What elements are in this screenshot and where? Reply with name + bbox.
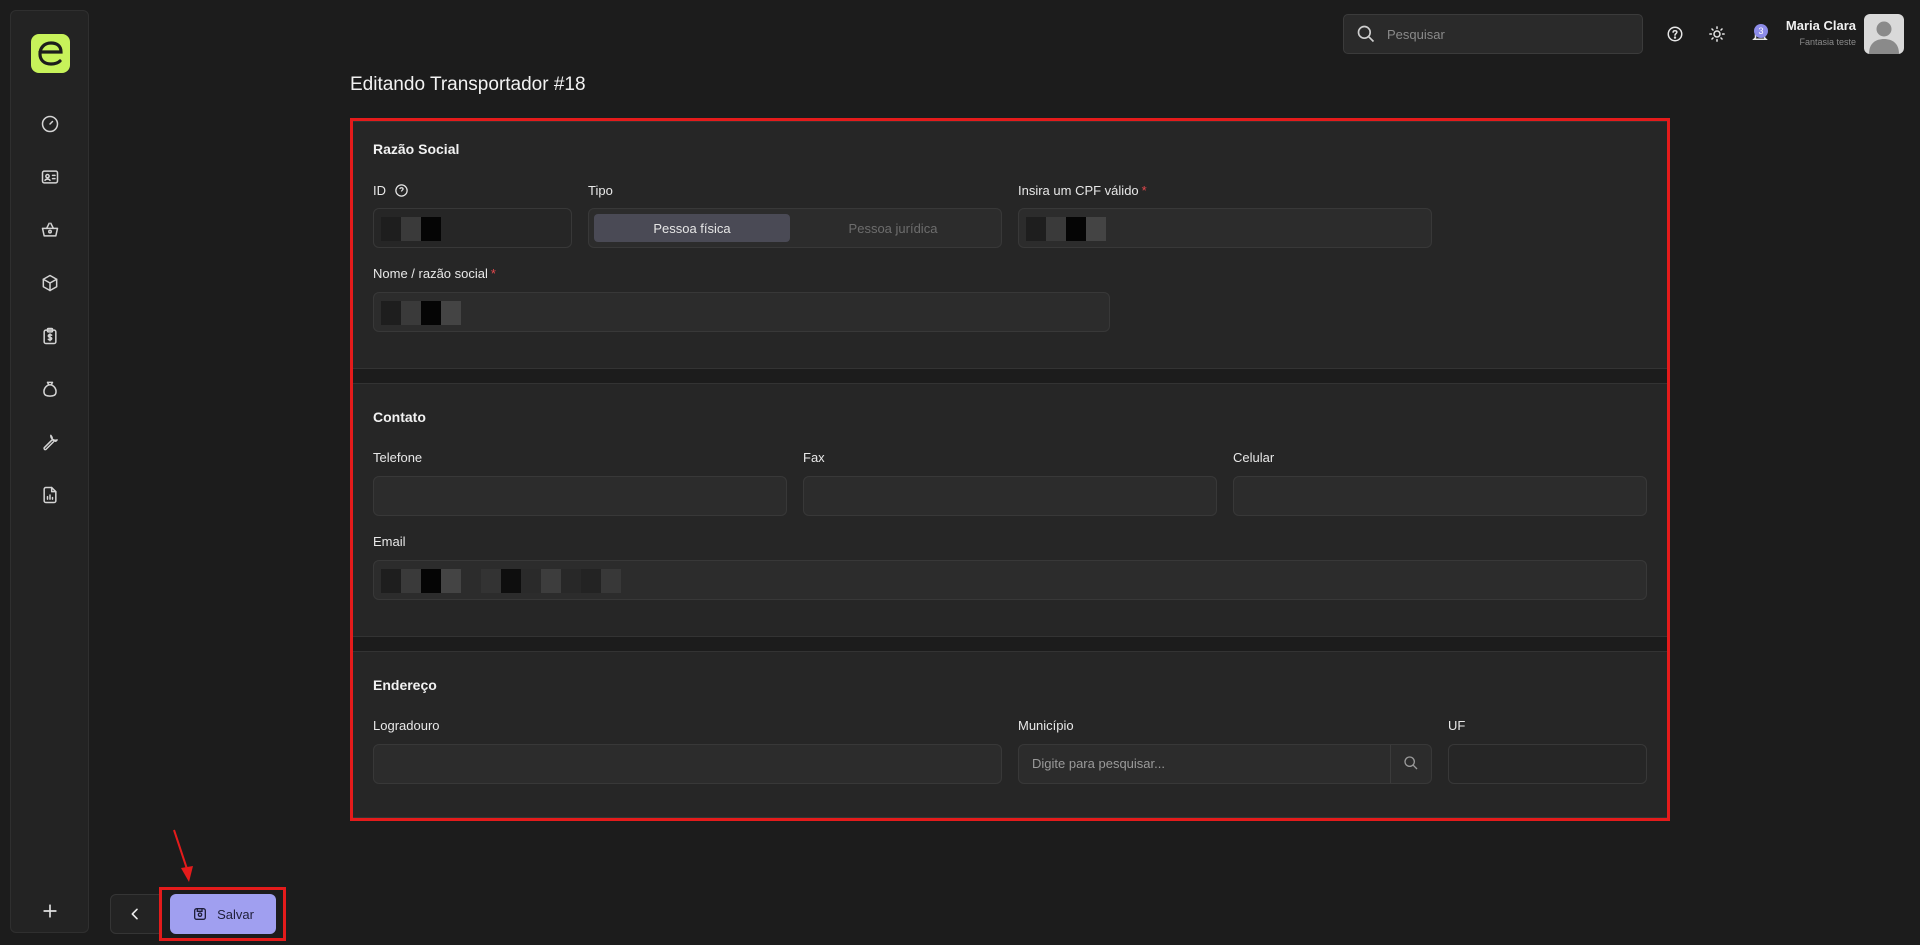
- tipo-pessoa-fisica[interactable]: Pessoa física: [594, 214, 790, 242]
- contacts-card-icon[interactable]: [38, 165, 62, 189]
- fax-field[interactable]: [803, 476, 1217, 516]
- redacted-block: [581, 569, 601, 593]
- theme-toggle-icon[interactable]: [1707, 24, 1727, 44]
- redacted-block: [421, 217, 441, 241]
- arrow-annotation-icon: [173, 829, 193, 882]
- search-bar[interactable]: [1343, 14, 1643, 54]
- user-company: Fantasia teste: [1799, 37, 1856, 47]
- nome-label-text: Nome / razão social: [373, 266, 488, 281]
- redacted-block: [541, 569, 561, 593]
- id-field[interactable]: [373, 208, 572, 248]
- logradouro-field[interactable]: [373, 744, 1002, 784]
- redacted-block: [1026, 217, 1046, 241]
- id-label: ID: [373, 183, 386, 198]
- basket-icon[interactable]: [38, 218, 62, 242]
- celular-field[interactable]: [1233, 476, 1647, 516]
- tipo-label: Tipo: [588, 183, 613, 198]
- section-title: Razão Social: [373, 141, 460, 157]
- redacted-block: [1066, 217, 1086, 241]
- user-avatar-icon: [1869, 21, 1899, 54]
- redacted-block: [601, 569, 621, 593]
- redacted-block: [521, 569, 541, 593]
- tipo-pessoa-juridica[interactable]: Pessoa jurídica: [795, 214, 991, 242]
- dashboard-icon[interactable]: [38, 112, 62, 136]
- redacted-block: [481, 569, 501, 593]
- section-razao-social: Razão Social ID Tipo Pessoa física Pesso…: [353, 121, 1667, 369]
- redacted-block: [1086, 217, 1106, 241]
- email-field[interactable]: [373, 560, 1647, 600]
- sidebar: [10, 10, 89, 933]
- tipo-segmented-control: Pessoa física Pessoa jurídica: [588, 208, 1002, 248]
- section-contato: Contato Telefone Fax Celular Email: [353, 383, 1667, 637]
- save-icon: [194, 908, 207, 920]
- redacted-block: [381, 569, 401, 593]
- notification-badge: 3: [1754, 24, 1768, 38]
- redacted-block: [421, 301, 441, 325]
- search-icon[interactable]: [1403, 755, 1421, 773]
- redacted-block: [441, 569, 461, 593]
- redacted-block: [1046, 217, 1066, 241]
- redacted-block: [441, 301, 461, 325]
- search-input[interactable]: [1387, 26, 1627, 42]
- section-endereco: Endereço Logradouro Município Digite par…: [353, 651, 1667, 818]
- logo-e-icon: [38, 41, 63, 66]
- municipio-input[interactable]: Digite para pesquisar...: [1032, 745, 1165, 783]
- redacted-block: [461, 569, 481, 593]
- logradouro-label: Logradouro: [373, 718, 440, 733]
- report-icon[interactable]: [38, 483, 62, 507]
- redacted-block: [501, 569, 521, 593]
- nome-label: Nome / razão social *: [373, 266, 496, 281]
- telefone-field[interactable]: [373, 476, 787, 516]
- id-label-wrap: ID: [373, 183, 409, 198]
- save-button-label: Salvar: [217, 906, 254, 922]
- section-title: Endereço: [373, 677, 437, 693]
- page-title: Editando Transportador #18: [350, 74, 586, 95]
- avatar[interactable]: [1864, 14, 1904, 54]
- redacted-block: [421, 569, 441, 593]
- help-icon[interactable]: [394, 183, 409, 198]
- cpf-label: Insira um CPF válido *: [1018, 183, 1147, 198]
- section-title: Contato: [373, 409, 426, 425]
- redacted-block: [401, 217, 421, 241]
- redacted-block: [381, 301, 401, 325]
- redacted-block: [401, 301, 421, 325]
- help-icon[interactable]: [1665, 24, 1685, 44]
- redacted-block: [401, 569, 421, 593]
- municipio-field[interactable]: Digite para pesquisar...: [1018, 744, 1432, 784]
- required-marker: *: [1141, 183, 1147, 198]
- wrench-icon[interactable]: [38, 430, 62, 454]
- clipboard-dollar-icon[interactable]: [38, 324, 62, 348]
- money-bag-icon[interactable]: [38, 377, 62, 401]
- save-button[interactable]: Salvar: [170, 894, 276, 934]
- cpf-field[interactable]: [1018, 208, 1432, 248]
- celular-label: Celular: [1233, 450, 1275, 465]
- telefone-label: Telefone: [373, 450, 423, 465]
- chevron-left-icon: [131, 908, 138, 920]
- cpf-label-text: Insira um CPF válido: [1018, 183, 1139, 198]
- app-logo[interactable]: [31, 34, 70, 73]
- municipio-label: Município: [1018, 718, 1074, 733]
- uf-label: UF: [1448, 718, 1466, 733]
- nome-field[interactable]: [373, 292, 1110, 332]
- divider: [1390, 745, 1391, 783]
- fax-label: Fax: [803, 450, 825, 465]
- uf-field[interactable]: [1448, 744, 1647, 784]
- search-icon: [1357, 25, 1375, 43]
- redacted-block: [381, 217, 401, 241]
- user-name: Maria Clara: [1785, 18, 1856, 33]
- back-button[interactable]: [110, 894, 160, 934]
- email-label: Email: [373, 534, 406, 549]
- required-marker: *: [490, 266, 496, 281]
- add-icon[interactable]: [38, 899, 62, 923]
- redacted-block: [561, 569, 581, 593]
- box-icon[interactable]: [38, 271, 62, 295]
